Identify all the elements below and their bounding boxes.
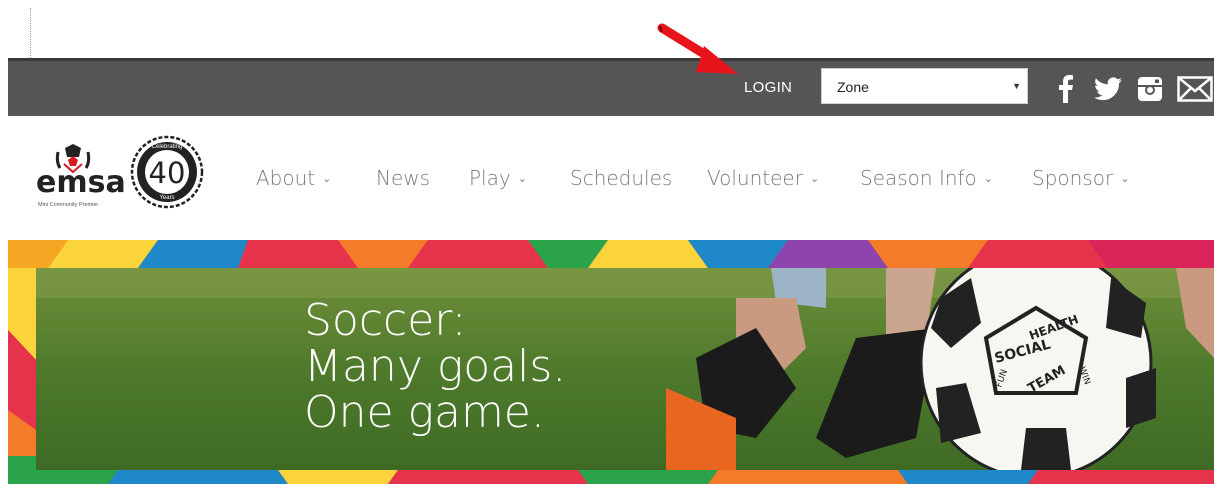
instagram-icon[interactable] bbox=[1134, 73, 1166, 105]
badge-number: 40 bbox=[149, 156, 186, 190]
nav-item-play[interactable]: Play ⌄ bbox=[469, 166, 527, 190]
hero-headline-line-1: Soccer: bbox=[304, 295, 467, 346]
nav-item-label: About bbox=[256, 166, 316, 190]
chevron-down-icon: ⌄ bbox=[322, 172, 332, 185]
nav-item-label: Schedules bbox=[570, 166, 673, 190]
nav-item-label: Volunteer bbox=[707, 166, 803, 190]
badge-bottom-text: Years bbox=[159, 195, 174, 201]
nav-item-sponsor[interactable]: Sponsor ⌄ bbox=[1032, 166, 1129, 190]
brand-name: emsa bbox=[36, 165, 126, 200]
nav-item-schedules[interactable]: Schedules bbox=[570, 166, 672, 190]
annotation-arrow-icon bbox=[657, 23, 738, 74]
facebook-icon[interactable] bbox=[1050, 73, 1082, 105]
nav-item-news[interactable]: News bbox=[376, 166, 430, 190]
chevron-down-icon: ⌄ bbox=[517, 172, 527, 185]
zone-select[interactable]: Zone ▼ bbox=[821, 68, 1028, 104]
twitter-icon[interactable] bbox=[1092, 73, 1124, 105]
email-icon[interactable] bbox=[1176, 73, 1214, 105]
editor-guide-line bbox=[30, 8, 31, 58]
chevron-down-icon: ⌄ bbox=[809, 172, 820, 185]
hero-banner: HEALTH SOCIAL TEAM FUN WIN Soccer: Many … bbox=[36, 268, 1214, 470]
caret-down-icon: ▼ bbox=[1012, 81, 1021, 91]
hero-photo: HEALTH SOCIAL TEAM FUN WIN bbox=[36, 268, 1214, 470]
nav-item-label: News bbox=[376, 166, 431, 190]
nav-item-season-info[interactable]: Season Info ⌄ bbox=[860, 166, 993, 190]
chevron-down-icon: ⌄ bbox=[983, 172, 994, 185]
hero-headline: Soccer: Many goals. One game. bbox=[304, 298, 566, 436]
nav-item-label: Sponsor bbox=[1032, 166, 1114, 190]
hero-headline-line-3: One game. bbox=[304, 387, 545, 438]
soccer-ball-icon: HEALTH SOCIAL TEAM FUN WIN bbox=[919, 268, 1156, 470]
nav-item-label: Play bbox=[469, 166, 511, 190]
nav-item-about[interactable]: About ⌄ bbox=[256, 166, 331, 190]
celebrating-40-badge: Celebrating 40 Years bbox=[130, 135, 204, 209]
zone-select-value: Zone bbox=[837, 79, 869, 95]
hero-headline-line-2: Many goals. bbox=[304, 341, 567, 392]
nav-item-volunteer[interactable]: Volunteer ⌄ bbox=[707, 166, 819, 190]
top-bar: LOGIN Zone ▼ bbox=[8, 58, 1214, 116]
chevron-down-icon: ⌄ bbox=[1120, 172, 1130, 185]
page: { "topbar": { "login_label": "LOGIN", "z… bbox=[0, 0, 1214, 484]
brand-tagline: Mini Community Premier bbox=[38, 202, 98, 208]
site-logo[interactable]: emsa Mini Community Premier Celebrating … bbox=[34, 132, 214, 212]
nav-item-label: Season Info bbox=[860, 166, 977, 190]
badge-top-text: Celebrating bbox=[152, 144, 183, 150]
